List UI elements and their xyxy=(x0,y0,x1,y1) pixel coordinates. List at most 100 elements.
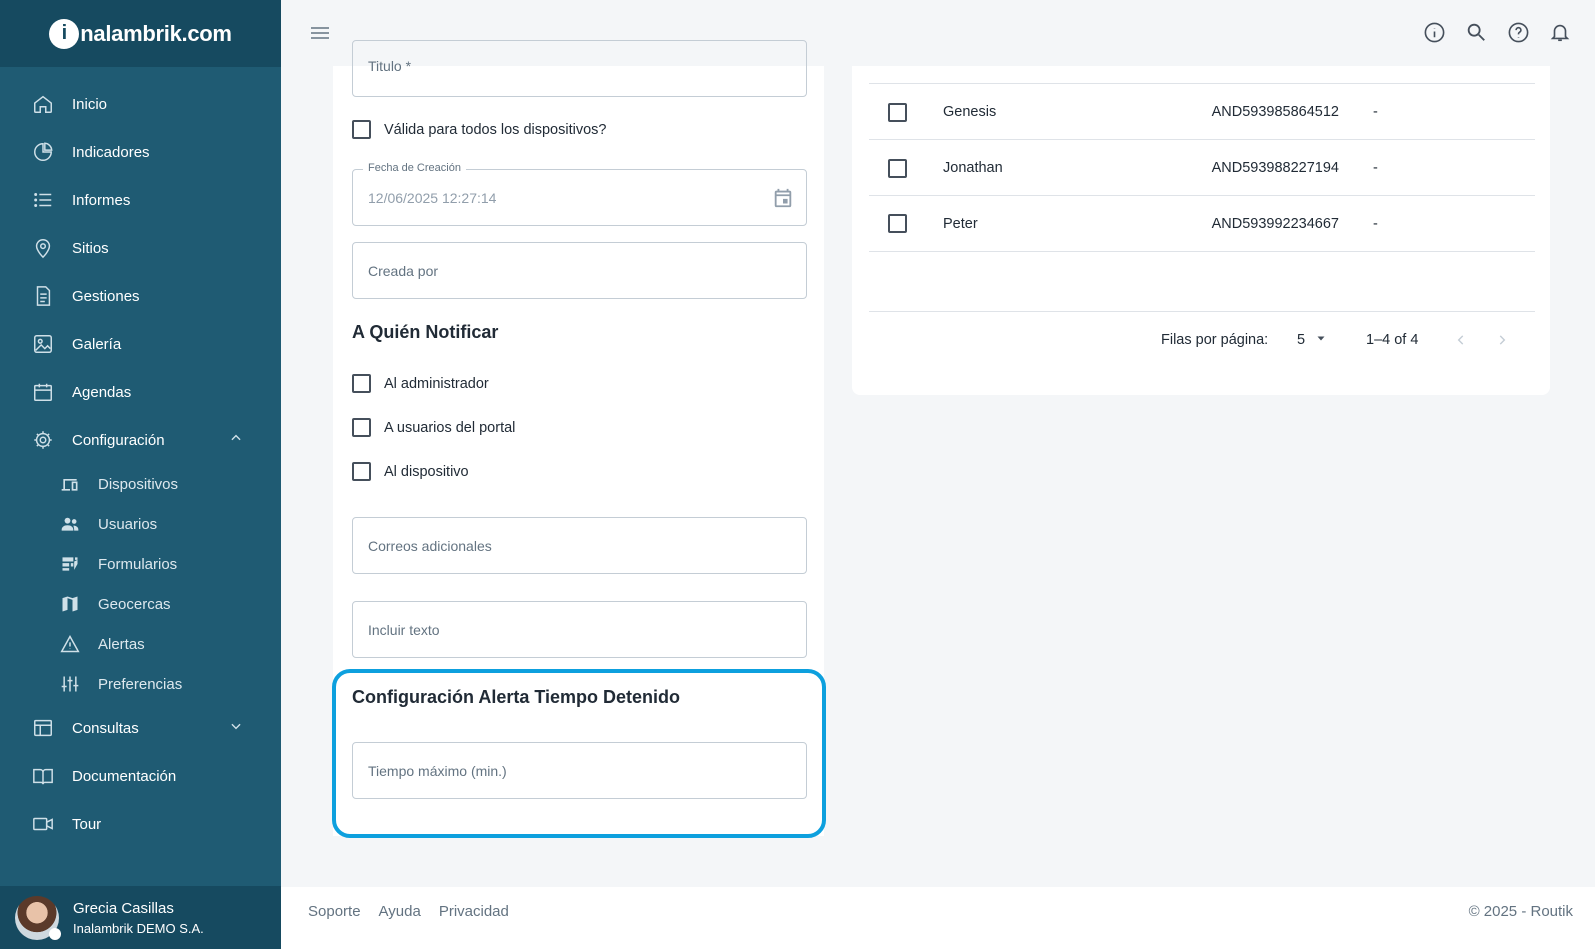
sidebar-subitem-alertas[interactable]: Alertas xyxy=(0,624,281,664)
sidebar-item-label: Indicadores xyxy=(72,143,150,161)
search-icon[interactable] xyxy=(1463,19,1489,45)
rows-per-page-select[interactable]: 5 xyxy=(1297,332,1327,348)
table-row[interactable]: Peter AND593992234667 - xyxy=(869,195,1535,252)
table-row[interactable]: Genesis AND593985864512 - xyxy=(869,83,1535,140)
sidebar-item-label: Inicio xyxy=(72,95,108,113)
field-placeholder: Incluir texto xyxy=(368,621,440,638)
info-icon[interactable] xyxy=(1421,19,1447,45)
users-icon xyxy=(58,512,82,536)
sidebar-subitem-preferencias[interactable]: Preferencias xyxy=(0,664,281,704)
sidebar-item-tour[interactable]: Tour xyxy=(0,800,281,848)
footer-link-soporte[interactable]: Soporte xyxy=(308,903,361,920)
sidebar-item-sitios[interactable]: Sitios xyxy=(0,224,281,272)
home-icon xyxy=(30,91,56,117)
footer-link-privacidad[interactable]: Privacidad xyxy=(439,903,509,920)
creada-por-field[interactable]: Creada por xyxy=(352,242,807,299)
device-name: Peter xyxy=(943,215,978,232)
table-icon xyxy=(30,715,56,741)
sidebar-item-indicadores[interactable]: Indicadores xyxy=(0,128,281,176)
chevron-down-icon[interactable] xyxy=(229,719,243,737)
table-row[interactable]: Jonathan AND593988227194 - xyxy=(869,139,1535,196)
device-id: AND593992234667 xyxy=(1211,215,1339,232)
form-icon xyxy=(58,552,82,576)
chevron-up-icon[interactable] xyxy=(229,431,243,449)
image-icon xyxy=(30,331,56,357)
sidebar-subitem-formularios[interactable]: Formularios xyxy=(0,544,281,584)
sidebar-item-label: Galería xyxy=(72,335,122,353)
devices-table: Genesis AND593985864512 - Jonathan AND59… xyxy=(852,66,1550,395)
help-icon[interactable] xyxy=(1505,19,1531,45)
gear-icon xyxy=(30,427,56,453)
menu-icon[interactable] xyxy=(308,21,332,45)
prev-page-icon[interactable] xyxy=(1454,333,1468,351)
device-extra: - xyxy=(1373,160,1378,176)
sidebar-subitem-label: Preferencias xyxy=(98,675,183,693)
sidebar-item-documentacion[interactable]: Documentación xyxy=(0,752,281,800)
document-icon xyxy=(30,283,56,309)
notificar-dispositivo-checkbox[interactable]: Al dispositivo xyxy=(352,462,469,481)
map-icon xyxy=(58,592,82,616)
checkbox-box[interactable] xyxy=(352,418,371,437)
sidebar-item-label: Gestiones xyxy=(72,287,140,305)
field-legend: Fecha de Creación xyxy=(363,162,466,174)
brand-logo[interactable]: i nalambrik.com xyxy=(49,18,232,49)
sidebar-item-configuracion[interactable]: Configuración xyxy=(0,416,281,464)
sidebar-item-agendas[interactable]: Agendas xyxy=(0,368,281,416)
sidebar-item-label: Agendas xyxy=(72,383,132,401)
devices-icon xyxy=(58,472,82,496)
copyright: © 2025 - Routik xyxy=(1468,903,1573,920)
main-nav: Inicio Indicadores Informes Sitios Gesti… xyxy=(0,67,281,848)
calendar-icon[interactable] xyxy=(772,187,794,212)
row-checkbox[interactable] xyxy=(888,158,907,178)
video-camera-icon xyxy=(30,811,56,837)
sidebar-item-label: Configuración xyxy=(72,431,165,449)
user-profile[interactable]: Grecia Casillas Inalambrik DEMO S.A. xyxy=(0,886,281,949)
correos-adicionales-field[interactable]: Correos adicionales xyxy=(352,517,807,574)
notificar-title: A Quién Notificar xyxy=(352,322,499,342)
row-checkbox[interactable] xyxy=(888,214,907,233)
device-extra: - xyxy=(1373,104,1378,120)
footer-link-ayuda[interactable]: Ayuda xyxy=(379,903,421,920)
next-page-icon[interactable] xyxy=(1495,333,1509,351)
checkbox-box[interactable] xyxy=(352,120,371,139)
titulo-field[interactable]: Titulo * xyxy=(352,40,807,97)
checkbox-label: Válida para todos los dispositivos? xyxy=(384,121,607,138)
sidebar-item-label: Sitios xyxy=(72,239,109,257)
user-name: Grecia Casillas xyxy=(73,899,174,917)
incluir-texto-field[interactable]: Incluir texto xyxy=(352,601,807,658)
row-checkbox[interactable] xyxy=(888,102,907,122)
logo-badge: i xyxy=(49,18,80,49)
sidebar-subitem-label: Dispositivos xyxy=(98,475,179,493)
sidebar-subitem-label: Geocercas xyxy=(98,595,171,613)
sidebar-subitem-geocercas[interactable]: Geocercas xyxy=(0,584,281,624)
device-id: AND593985864512 xyxy=(1211,104,1339,120)
bell-icon[interactable] xyxy=(1547,19,1573,45)
sidebar-item-label: Informes xyxy=(72,191,131,209)
checkbox-label: Al administrador xyxy=(384,375,489,392)
sidebar-subitem-dispositivos[interactable]: Dispositivos xyxy=(0,464,281,504)
device-id: AND593988227194 xyxy=(1211,160,1339,176)
warning-icon xyxy=(58,632,82,656)
caret-down-icon xyxy=(1317,336,1325,341)
titulo-label: Titulo * xyxy=(368,58,412,74)
sidebar-item-informes[interactable]: Informes xyxy=(0,176,281,224)
valida-todos-checkbox[interactable]: Válida para todos los dispositivos? xyxy=(352,120,606,139)
sidebar-subitem-label: Usuarios xyxy=(98,515,158,533)
notificar-usuarios-portal-checkbox[interactable]: A usuarios del portal xyxy=(352,418,515,437)
checkbox-box[interactable] xyxy=(352,462,371,481)
sliders-icon xyxy=(58,672,82,696)
checkbox-label: Al dispositivo xyxy=(384,463,469,480)
device-extra: - xyxy=(1373,215,1378,232)
calendar-icon xyxy=(30,379,56,405)
sidebar-item-gestiones[interactable]: Gestiones xyxy=(0,272,281,320)
checkbox-box[interactable] xyxy=(352,374,371,393)
notificar-administrador-checkbox[interactable]: Al administrador xyxy=(352,374,489,393)
sidebar-item-inicio[interactable]: Inicio xyxy=(0,80,281,128)
sidebar-subitem-label: Formularios xyxy=(98,555,178,573)
sidebar-subitem-usuarios[interactable]: Usuarios xyxy=(0,504,281,544)
avatar xyxy=(15,895,61,940)
sidebar-item-galeria[interactable]: Galería xyxy=(0,320,281,368)
sidebar-item-consultas[interactable]: Consultas xyxy=(0,704,281,752)
list-icon xyxy=(30,187,56,213)
sidebar-item-label: Tour xyxy=(72,815,102,833)
